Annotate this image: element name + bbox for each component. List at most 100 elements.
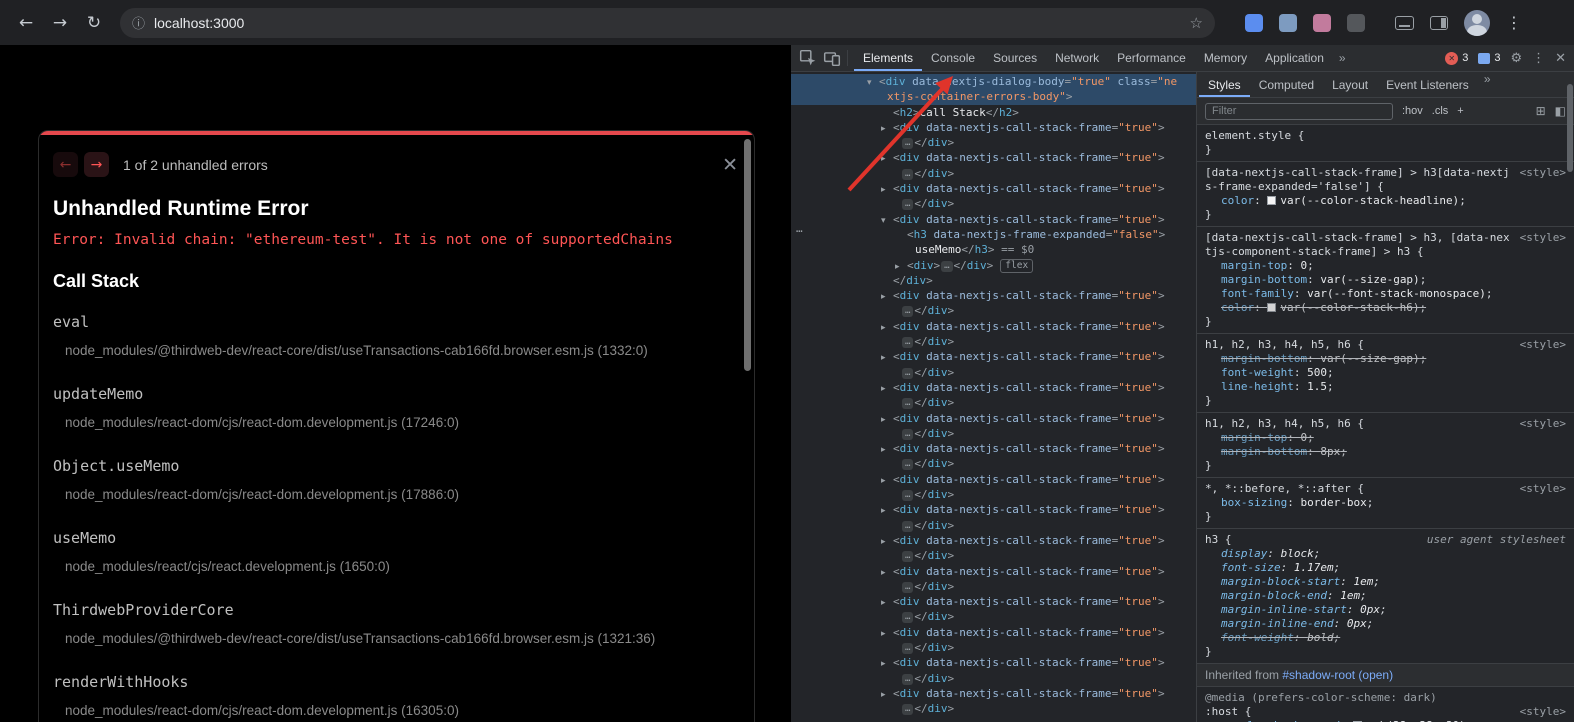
dom-tree-line[interactable]: …</div> [791, 701, 1196, 716]
extension-icon-gray[interactable] [1347, 14, 1365, 32]
devtools-tab-performance[interactable]: Performance [1108, 45, 1195, 71]
collapsed-content-icon[interactable]: … [902, 612, 913, 623]
dom-tree-line[interactable]: useMemo</h3> == $0 [791, 242, 1196, 257]
styles-filter-input[interactable] [1205, 103, 1393, 120]
rule-origin[interactable]: <style> [1520, 482, 1566, 496]
dom-tree-line[interactable]: ▾<div data-nextjs-dialog-body="true" cla… [791, 74, 1196, 89]
style-property[interactable]: margin-block-end: 1em; [1205, 589, 1566, 603]
back-button[interactable]: ← [10, 7, 42, 39]
collapsed-content-icon[interactable]: … [941, 261, 952, 272]
dom-tree-line[interactable]: ▸<div data-nextjs-call-stack-frame="true… [791, 181, 1196, 196]
more-panels-icon[interactable]: » [1333, 51, 1352, 65]
rule-selector[interactable]: *, *::before, *::after { [1205, 482, 1364, 495]
rule-selector[interactable]: h1, h2, h3, h4, h5, h6 { [1205, 417, 1364, 430]
dom-tree-line[interactable]: ▸<div data-nextjs-call-stack-frame="true… [791, 150, 1196, 165]
color-swatch[interactable] [1267, 303, 1276, 312]
expand-arrow-icon[interactable]: ▸ [881, 443, 893, 458]
expand-arrow-icon[interactable]: ▸ [881, 504, 893, 519]
collapsed-content-icon[interactable]: … [902, 138, 913, 149]
computed-panel-icon[interactable]: ◧ [1555, 104, 1566, 118]
style-property[interactable]: margin-bottom: 8px; [1205, 445, 1566, 459]
extension-icon-steel[interactable] [1279, 14, 1297, 32]
dom-tree-line[interactable]: ▸<div data-nextjs-call-stack-frame="true… [791, 120, 1196, 135]
console-errors-badge[interactable]: ✕3 [1445, 52, 1468, 65]
expand-arrow-icon[interactable]: ▸ [881, 152, 893, 167]
flex-badge[interactable]: flex [1000, 259, 1033, 273]
style-property[interactable]: color: var(--color-stack-headline); [1205, 194, 1566, 208]
collapsed-content-icon[interactable]: … [902, 306, 913, 317]
style-property[interactable]: margin-inline-start: 0px; [1205, 603, 1566, 617]
style-property[interactable]: margin-bottom: var(--size-gap); [1205, 352, 1566, 366]
expand-arrow-icon[interactable]: ▸ [881, 382, 893, 397]
devtools-menu-icon[interactable]: ⋮ [1532, 51, 1545, 66]
dom-tree-line[interactable]: ▾<div data-nextjs-call-stack-frame="true… [791, 212, 1196, 227]
stack-frame[interactable]: ThirdwebProviderCorenode_modules/@thirdw… [53, 601, 740, 646]
style-property[interactable]: font-weight: 500; [1205, 366, 1566, 380]
dom-tree-line[interactable]: xtjs-container-errors-body"> [791, 89, 1196, 104]
expand-arrow-icon[interactable]: ▸ [881, 122, 893, 137]
style-property[interactable]: font-weight: bold; [1205, 631, 1566, 645]
sidebar-tab-computed[interactable]: Computed [1250, 72, 1323, 97]
dom-tree-line[interactable]: ▸<div data-nextjs-call-stack-frame="true… [791, 655, 1196, 670]
profile-avatar[interactable] [1464, 10, 1490, 36]
rule-selector[interactable]: [data-nextjs-call-stack-frame] > h3[data… [1205, 166, 1510, 193]
style-property[interactable]: margin-bottom: var(--size-gap); [1205, 273, 1566, 287]
rule-selector[interactable]: :host { [1205, 705, 1251, 718]
style-property[interactable]: margin-block-start: 1em; [1205, 575, 1566, 589]
style-property[interactable]: box-sizing: border-box; [1205, 496, 1566, 510]
collapsed-content-icon[interactable]: … [902, 674, 913, 685]
style-property[interactable]: line-height: 1.5; [1205, 380, 1566, 394]
new-style-rule-button[interactable]: + [1457, 105, 1463, 117]
toggle-class-button[interactable]: .cls [1432, 105, 1449, 117]
sidebar-tab-event-listeners[interactable]: Event Listeners [1377, 72, 1478, 97]
dialog-scrollbar-thumb[interactable] [744, 139, 751, 371]
forward-button[interactable]: → [44, 7, 76, 39]
style-property[interactable]: margin-top: 0; [1205, 259, 1566, 273]
next-error-button[interactable]: → [84, 152, 109, 177]
dom-tree-line[interactable]: ▸<div>…</div>flex [791, 258, 1196, 273]
grid-overlay-icon[interactable]: ⊞ [1536, 104, 1546, 118]
dom-tree-line[interactable]: …</div> [791, 487, 1196, 502]
reload-button[interactable]: ↻ [78, 7, 110, 39]
devtools-tab-elements[interactable]: Elements [854, 45, 922, 71]
devtools-tab-memory[interactable]: Memory [1195, 45, 1256, 71]
dom-tree-line[interactable]: …</div> [791, 671, 1196, 686]
collapsed-content-icon[interactable]: … [902, 490, 913, 501]
previous-error-button[interactable]: ← [53, 152, 78, 177]
keyboard-icon[interactable] [1395, 16, 1414, 30]
expand-arrow-icon[interactable]: ▸ [881, 566, 893, 581]
collapsed-content-icon[interactable]: … [902, 398, 913, 409]
stack-frame[interactable]: Object.useMemonode_modules/react-dom/cjs… [53, 457, 740, 502]
extension-icon-blue[interactable] [1245, 14, 1263, 32]
dom-tree-line[interactable]: ▸<div data-nextjs-call-stack-frame="true… [791, 380, 1196, 395]
styles-scrollbar-thumb[interactable] [1567, 84, 1573, 172]
expand-arrow-icon[interactable]: ▾ [881, 214, 893, 229]
dom-tree-line[interactable]: …</div> [791, 426, 1196, 441]
collapsed-content-icon[interactable]: … [902, 337, 913, 348]
extension-icon-pink[interactable] [1313, 14, 1331, 32]
rule-origin[interactable]: <style> [1520, 417, 1566, 431]
rule-origin[interactable]: <style> [1520, 231, 1566, 245]
devtools-tab-application[interactable]: Application [1256, 45, 1333, 71]
media-query[interactable]: @media (prefers-color-scheme: dark) [1205, 691, 1566, 705]
expand-arrow-icon[interactable]: ▸ [881, 535, 893, 550]
rule-selector[interactable]: [data-nextjs-call-stack-frame] > h3, [da… [1205, 231, 1510, 258]
dom-tree-line[interactable]: …</div> [791, 135, 1196, 150]
url-bar[interactable]: ⓘ localhost:3000 ☆ [120, 8, 1215, 38]
expand-arrow-icon[interactable]: ▸ [881, 657, 893, 672]
rule-origin[interactable]: <style> [1520, 166, 1566, 180]
expand-arrow-icon[interactable]: ▸ [881, 688, 893, 703]
dom-tree-line[interactable]: …</div> [791, 166, 1196, 181]
shadow-root-link[interactable]: #shadow-root (open) [1282, 668, 1393, 682]
style-property[interactable]: display: block; [1205, 547, 1566, 561]
dom-tree-line[interactable]: <h2>Call Stack</h2> [791, 105, 1196, 120]
dom-tree-line[interactable]: ▸<div data-nextjs-call-stack-frame="true… [791, 594, 1196, 609]
devtools-tab-sources[interactable]: Sources [984, 45, 1046, 71]
dom-tree-line[interactable]: ▸<div data-nextjs-call-stack-frame="true… [791, 533, 1196, 548]
toggle-hover-state-button[interactable]: :hov [1402, 105, 1423, 117]
collapsed-content-icon[interactable]: … [902, 459, 913, 470]
dom-tree-line[interactable]: ▸<div data-nextjs-call-stack-frame="true… [791, 502, 1196, 517]
bookmark-star-icon[interactable]: ☆ [1190, 14, 1203, 32]
expand-arrow-icon[interactable]: ▸ [881, 321, 893, 336]
dom-tree-line[interactable]: …</div> [791, 456, 1196, 471]
